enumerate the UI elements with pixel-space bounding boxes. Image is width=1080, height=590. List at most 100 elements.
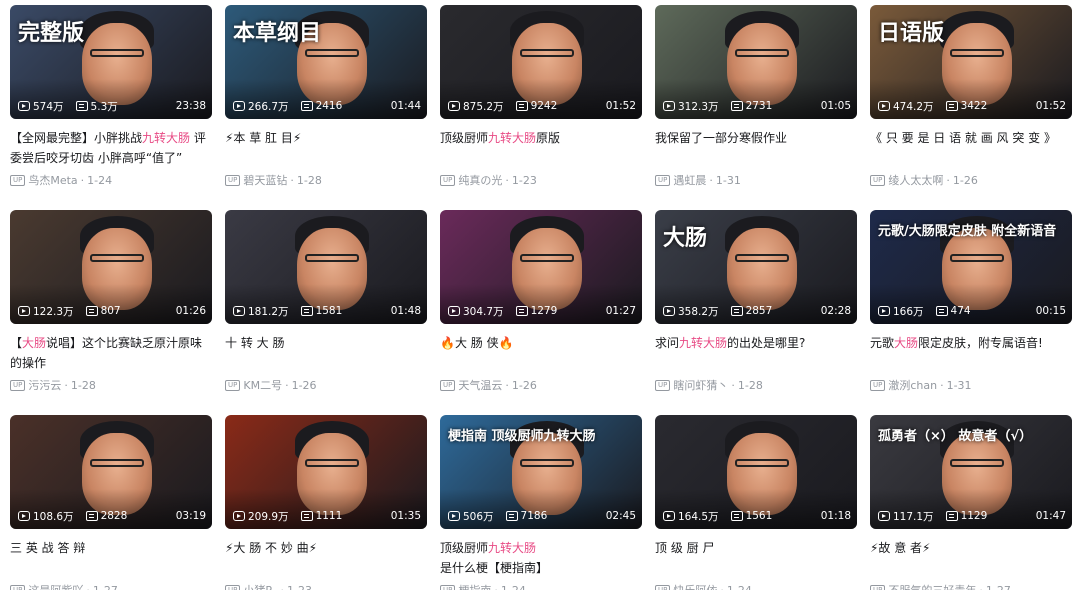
- danmaku-icon: [85, 511, 98, 521]
- video-thumbnail[interactable]: 304.7万 1279 01:27: [440, 210, 642, 324]
- video-thumbnail[interactable]: 164.5万 1561 01:18: [655, 415, 857, 529]
- video-thumbnail[interactable]: 完整版 574万 5.3万 23:38: [10, 5, 212, 119]
- video-card[interactable]: 元歌/大肠限定皮肤 附全新语音 166万 474 00:15 元歌大肠限定皮肤，附专属语…: [870, 210, 1072, 393]
- video-card[interactable]: 209.9万 1111 01:35 ⚡大 肠 不 妙 曲⚡ UP小猪P_·1-23: [225, 415, 427, 590]
- danmaku-count-text: 2828: [100, 510, 128, 522]
- video-duration: 03:19: [175, 510, 206, 522]
- video-title[interactable]: 元歌大肠限定皮肤，附专属语音!: [870, 333, 1072, 373]
- video-card[interactable]: 大肠 358.2万 2857 02:28 求问九转大肠的出处是哪里? UP 瞎问虾猜丶 · 1-…: [655, 210, 857, 393]
- video-stats: 266.7万 2416 01:44: [233, 99, 421, 113]
- video-card[interactable]: 本草纲目 266.7万 2416 01:44 ⚡本 草 肛 目⚡ UP 碧天蓝钻 · 1-28: [225, 5, 427, 188]
- uploader-name[interactable]: 鸟杰Meta: [28, 172, 77, 188]
- video-title[interactable]: 三 英 战 答 辩: [10, 538, 212, 578]
- uploader-name[interactable]: 瞎问虾猜丶: [673, 377, 728, 393]
- thumbnail-figure-glasses: [520, 49, 574, 57]
- video-thumbnail[interactable]: 本草纲目 266.7万 2416 01:44: [225, 5, 427, 119]
- video-stats: 574万 5.3万 23:38: [18, 99, 206, 113]
- video-card[interactable]: 日语版 474.2万 3422 01:52 《 只 要 是 日 语 就 画 风 突 变 …: [870, 5, 1072, 188]
- video-title[interactable]: 顶级厨师九转大肠原版: [440, 128, 642, 168]
- uploader-name[interactable]: 污污云: [28, 377, 61, 393]
- uploader-name[interactable]: 纯真の光: [458, 172, 502, 188]
- view-count: 304.7万: [448, 304, 504, 319]
- video-card[interactable]: 164.5万 1561 01:18 顶 级 厨 尸 UP快乐阿依·1-24: [655, 415, 857, 590]
- uploader-name[interactable]: 不服气的三好青年: [888, 582, 976, 590]
- view-count-text: 117.1万: [893, 510, 934, 523]
- danmaku-count: 2828: [85, 510, 128, 522]
- title-highlight: 大肠: [894, 336, 919, 350]
- thumbnail-figure-glasses: [735, 459, 789, 467]
- video-thumbnail[interactable]: 元歌/大肠限定皮肤 附全新语音 166万 474 00:15: [870, 210, 1072, 324]
- uploader-name[interactable]: 澈洌chan: [888, 377, 937, 393]
- video-card[interactable]: 完整版 574万 5.3万 23:38 【全网最完整】小胖挑战九转大肠 评委尝后咬牙切齿…: [10, 5, 212, 188]
- video-thumbnail[interactable]: 122.3万 807 01:26: [10, 210, 212, 324]
- view-count-text: 474.2万: [893, 100, 934, 113]
- view-count-text: 266.7万: [248, 100, 289, 113]
- video-title[interactable]: 顶级厨师九转大肠是什么梗【梗指南】: [440, 538, 642, 578]
- video-thumbnail[interactable]: 181.2万 1581 01:48: [225, 210, 427, 324]
- video-title[interactable]: 【大肠说唱】这个比赛缺乏原汁原味的操作: [10, 333, 212, 373]
- video-duration: 02:45: [605, 510, 636, 522]
- video-card[interactable]: 122.3万 807 01:26 【大肠说唱】这个比赛缺乏原汁原味的操作 UP 污污云 · 1…: [10, 210, 212, 393]
- uploader-name[interactable]: 梗指南: [458, 582, 491, 590]
- danmaku-count: 9242: [515, 100, 557, 112]
- video-title[interactable]: ⚡本 草 肛 目⚡: [225, 128, 427, 168]
- video-thumbnail[interactable]: 日语版 474.2万 3422 01:52: [870, 5, 1072, 119]
- video-thumbnail[interactable]: 108.6万 2828 03:19: [10, 415, 212, 529]
- video-title[interactable]: 🔥大 肠 侠🔥: [440, 333, 642, 373]
- video-title[interactable]: 我保留了一部分寒假作业: [655, 128, 857, 168]
- video-title[interactable]: 十 转 大 肠: [225, 333, 427, 373]
- uploader-name[interactable]: 遇虹晨: [673, 172, 706, 188]
- video-title[interactable]: ⚡故 意 者⚡: [870, 538, 1072, 578]
- danmaku-count-text: 3422: [960, 100, 988, 112]
- uploader-name[interactable]: 碧天蓝钻: [243, 172, 287, 188]
- danmaku-icon: [935, 306, 948, 316]
- view-count-text: 506万: [463, 510, 494, 523]
- uploader-name[interactable]: 快乐阿依: [673, 582, 717, 590]
- uploader-name[interactable]: 小猪P_: [243, 582, 277, 590]
- danmaku-count-text: 1561: [745, 510, 773, 522]
- video-title[interactable]: 顶 级 厨 尸: [655, 538, 857, 578]
- video-thumbnail[interactable]: 孤勇者（×） 故意者（√） 117.1万 1129 01:47: [870, 415, 1072, 529]
- video-thumbnail[interactable]: 875.2万 9242 01:52: [440, 5, 642, 119]
- video-thumbnail[interactable]: 大肠 358.2万 2857 02:28: [655, 210, 857, 324]
- uploader-name[interactable]: 天气温云: [458, 377, 502, 393]
- video-duration: 01:05: [820, 100, 851, 112]
- video-card[interactable]: 孤勇者（×） 故意者（√） 117.1万 1129 01:47 ⚡故 意 者⚡ UP不服气…: [870, 415, 1072, 590]
- play-count-icon: [18, 306, 30, 316]
- video-title[interactable]: 【全网最完整】小胖挑战九转大肠 评委尝后咬牙切齿 小胖高呼“值了”: [10, 128, 212, 168]
- danmaku-count: 1561: [730, 510, 773, 522]
- view-count: 166万: [878, 304, 924, 319]
- video-thumbnail[interactable]: 209.9万 1111 01:35: [225, 415, 427, 529]
- video-thumbnail[interactable]: 312.3万 2731 01:05: [655, 5, 857, 119]
- uploader-name[interactable]: 绫人太太啊: [888, 172, 943, 188]
- title-highlight: 九转大肠: [488, 541, 537, 555]
- title-text: ⚡本 草 肛 目⚡: [225, 131, 302, 145]
- video-meta: UP这是阿紫吖·1-27: [10, 582, 212, 590]
- meta-separator: ·: [285, 378, 289, 392]
- up-icon: UP: [870, 584, 886, 590]
- video-card[interactable]: 312.3万 2731 01:05 我保留了一部分寒假作业 UP 遇虹晨 · 1-31: [655, 5, 857, 188]
- video-card[interactable]: 304.7万 1279 01:27 🔥大 肠 侠🔥 UP 天气温云 · 1-26: [440, 210, 642, 393]
- video-card[interactable]: 181.2万 1581 01:48 十 转 大 肠 UP KM二号 · 1-26: [225, 210, 427, 393]
- title-text: 我保留了一部分寒假作业: [655, 131, 788, 145]
- danmaku-count: 1581: [300, 305, 342, 317]
- video-duration: 01:26: [175, 305, 206, 317]
- video-title[interactable]: 《 只 要 是 日 语 就 画 风 突 变 》: [870, 128, 1072, 168]
- danmaku-count: 7186: [505, 510, 547, 522]
- title-text: 🔥大 肠 侠🔥: [440, 336, 514, 350]
- video-card[interactable]: 108.6万 2828 03:19 三 英 战 答 辩 UP这是阿紫吖·1-27: [10, 415, 212, 590]
- thumbnail-figure-glasses: [950, 254, 1004, 262]
- video-duration: 01:18: [820, 510, 851, 522]
- uploader-name[interactable]: 这是阿紫吖: [28, 582, 83, 590]
- video-title[interactable]: ⚡大 肠 不 妙 曲⚡: [225, 538, 427, 578]
- view-count-text: 574万: [33, 100, 64, 113]
- meta-separator: ·: [280, 583, 285, 590]
- video-card[interactable]: 875.2万 9242 01:52 顶级厨师九转大肠原版 UP 纯真の光 · 1-23: [440, 5, 642, 188]
- video-duration: 01:27: [605, 305, 636, 317]
- uploader-name[interactable]: KM二号: [243, 377, 282, 393]
- video-card[interactable]: 梗指南 顶级厨师九转大肠 506万 7186 02:45 顶级厨师九转大肠是什么梗【梗指…: [440, 415, 642, 590]
- video-thumbnail[interactable]: 梗指南 顶级厨师九转大肠 506万 7186 02:45: [440, 415, 642, 529]
- video-title[interactable]: 求问九转大肠的出处是哪里?: [655, 333, 857, 373]
- view-count: 312.3万: [663, 99, 719, 114]
- upload-date: 1-28: [296, 173, 322, 187]
